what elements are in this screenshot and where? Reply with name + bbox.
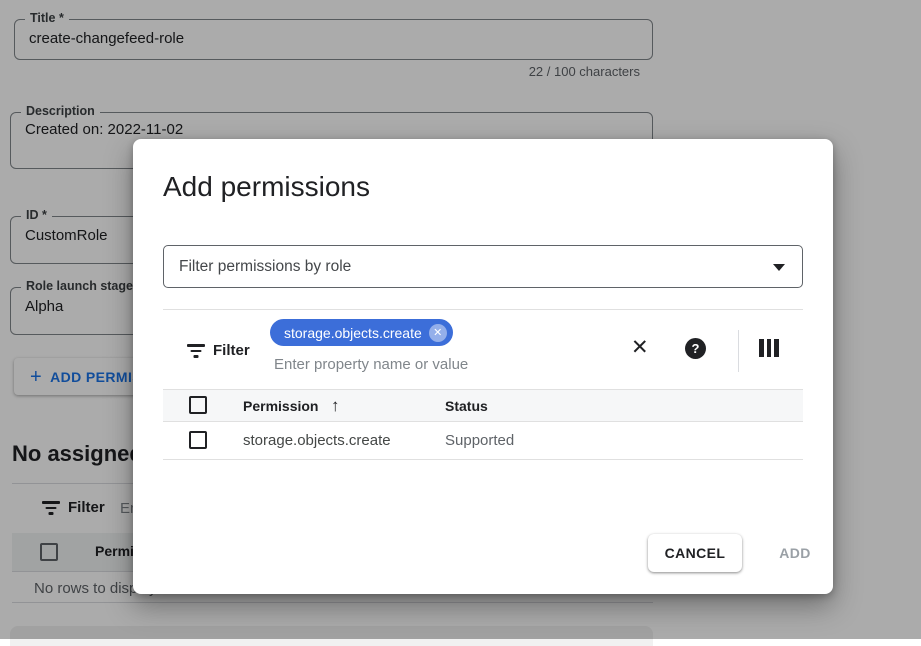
dialog-table-area: Filter storage.objects.create ✕ ✕ ? Perm… <box>163 309 803 460</box>
chip-remove-icon[interactable]: ✕ <box>429 324 447 342</box>
table-row[interactable]: storage.objects.create Supported <box>163 422 803 460</box>
filter-permissions-by-role-select[interactable]: Filter permissions by role <box>163 245 803 288</box>
dialog-filter-toolbar: Filter storage.objects.create ✕ ✕ ? <box>163 309 803 390</box>
add-permissions-dialog: Add permissions Filter permissions by ro… <box>133 139 833 594</box>
dialog-table-header: Permission ↑ Status <box>163 390 803 422</box>
help-icon[interactable]: ? <box>685 338 706 359</box>
select-all-checkbox[interactable] <box>189 396 207 414</box>
toolbar-divider <box>738 330 739 372</box>
filter-chip[interactable]: storage.objects.create ✕ <box>270 319 453 346</box>
filter-chip-label: storage.objects.create <box>284 325 422 341</box>
clear-filter-icon[interactable]: ✕ <box>631 335 649 360</box>
filter-icon <box>187 344 205 358</box>
permission-column-header[interactable]: Permission <box>243 390 318 422</box>
dialog-filter-label[interactable]: Filter <box>213 342 250 359</box>
column-display-icon[interactable] <box>759 339 781 357</box>
chevron-down-icon <box>773 264 785 271</box>
add-button[interactable]: ADD <box>763 534 827 572</box>
status-column-header[interactable]: Status <box>445 390 488 422</box>
cancel-button[interactable]: CANCEL <box>648 534 742 572</box>
sort-ascending-icon[interactable]: ↑ <box>331 390 340 422</box>
filter-input[interactable] <box>274 356 604 373</box>
row-checkbox[interactable] <box>189 431 207 449</box>
role-filter-placeholder: Filter permissions by role <box>179 258 351 276</box>
row-status-cell: Supported <box>445 422 514 460</box>
row-permission-cell: storage.objects.create <box>243 422 391 460</box>
dialog-title: Add permissions <box>163 171 370 203</box>
